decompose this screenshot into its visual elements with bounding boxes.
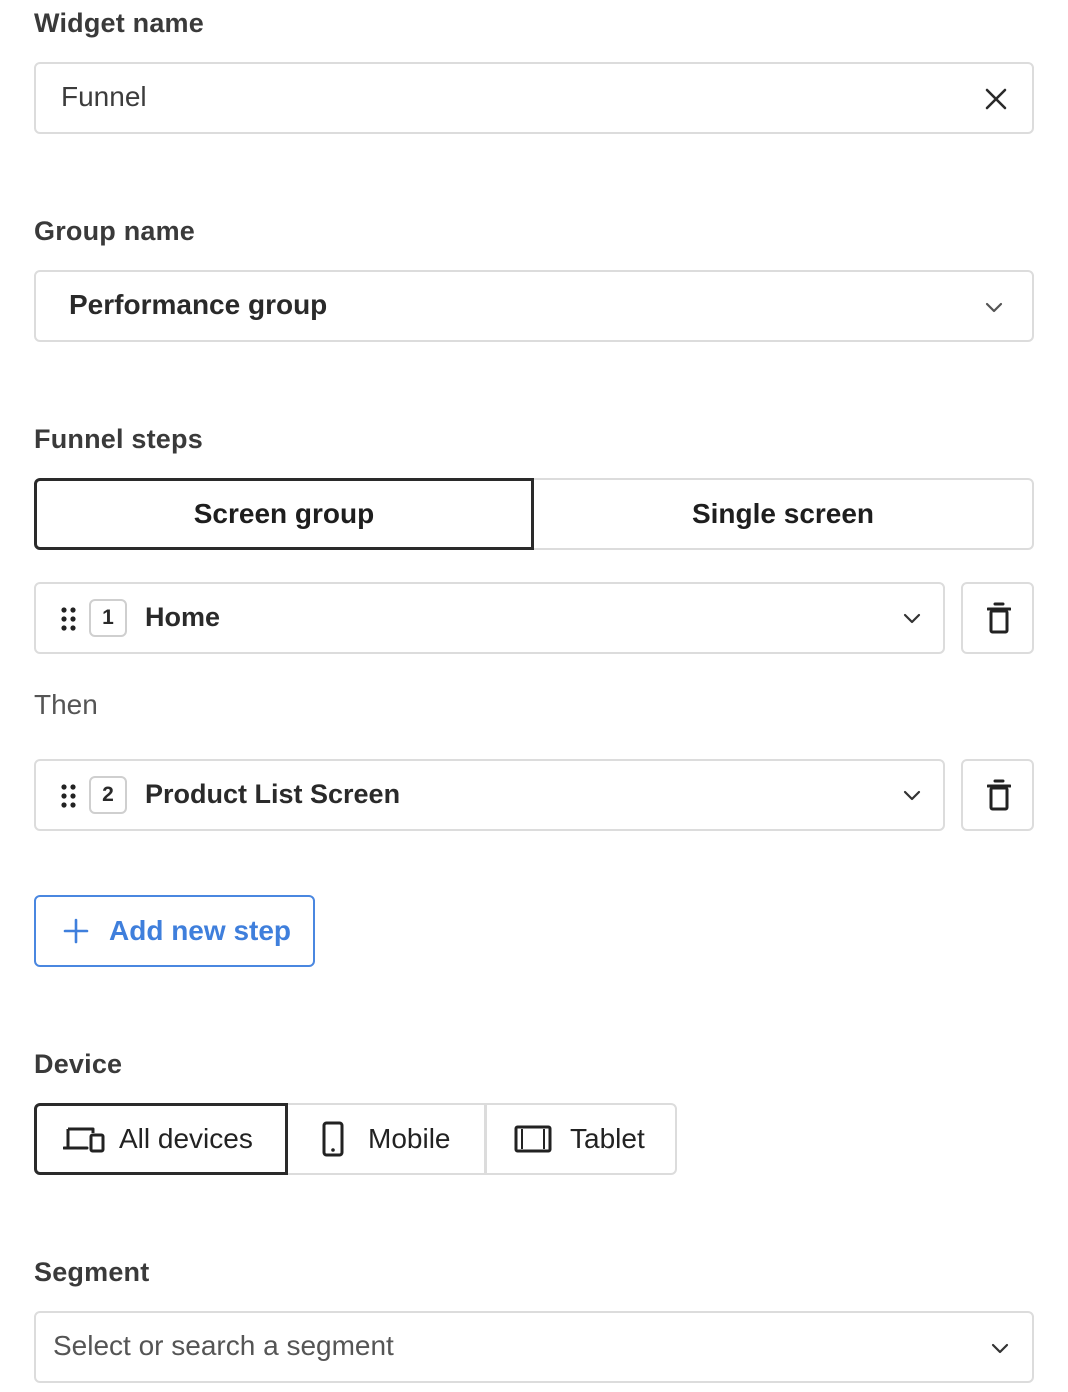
device-tablet-option[interactable]: Tablet bbox=[485, 1103, 677, 1175]
device-label: Device bbox=[34, 1049, 123, 1079]
chevron-down-icon bbox=[985, 302, 1003, 313]
drag-handle-icon[interactable] bbox=[60, 783, 78, 809]
funnel-step-1-select[interactable]: 1 Home bbox=[34, 582, 945, 654]
device-all-devices-option[interactable]: All devices bbox=[34, 1103, 288, 1175]
group-name-label: Group name bbox=[34, 216, 196, 246]
step-value: Product List Screen bbox=[145, 779, 401, 809]
tablet-icon bbox=[514, 1125, 552, 1153]
widget-name-label: Widget name bbox=[34, 8, 204, 38]
plus-icon bbox=[63, 918, 89, 944]
group-name-select[interactable]: Performance group bbox=[34, 270, 1034, 342]
device-option-label: Tablet bbox=[570, 1123, 645, 1154]
widget-name-value[interactable]: Funnel bbox=[61, 81, 147, 113]
funnel-steps-label: Funnel steps bbox=[34, 424, 203, 454]
trash-icon bbox=[987, 602, 1011, 634]
clear-icon[interactable] bbox=[985, 88, 1007, 110]
trash-icon bbox=[987, 779, 1011, 811]
step-number-badge: 1 bbox=[89, 599, 127, 637]
add-new-step-button[interactable]: Add new step bbox=[34, 895, 315, 967]
drag-handle-icon[interactable] bbox=[60, 606, 78, 632]
segment-placeholder[interactable]: Select or search a segment bbox=[53, 1330, 394, 1362]
delete-step-2-button[interactable] bbox=[961, 759, 1034, 831]
step-value: Home bbox=[145, 602, 221, 632]
segment-label: Segment bbox=[34, 1257, 150, 1287]
then-separator: Then bbox=[34, 689, 98, 720]
single-screen-toggle[interactable]: Single screen bbox=[534, 478, 1034, 550]
chevron-down-icon bbox=[991, 1343, 1009, 1354]
step-number-badge: 2 bbox=[89, 776, 127, 814]
delete-step-1-button[interactable] bbox=[961, 582, 1034, 654]
device-mobile-option[interactable]: Mobile bbox=[288, 1103, 486, 1175]
chevron-down-icon bbox=[903, 790, 921, 801]
device-option-label: Mobile bbox=[368, 1123, 451, 1154]
funnel-step-2-select[interactable]: 2 Product List Screen bbox=[34, 759, 945, 831]
group-name-value: Performance group bbox=[69, 289, 328, 320]
phone-icon bbox=[322, 1121, 344, 1157]
device-option-label: All devices bbox=[119, 1123, 253, 1154]
widget-name-field[interactable]: Funnel bbox=[34, 62, 1034, 134]
segment-select[interactable]: Select or search a segment bbox=[34, 1311, 1034, 1383]
chevron-down-icon bbox=[903, 613, 921, 624]
devices-icon bbox=[63, 1127, 105, 1153]
screen-group-toggle[interactable]: Screen group bbox=[34, 478, 534, 550]
add-new-step-label: Add new step bbox=[109, 915, 292, 946]
